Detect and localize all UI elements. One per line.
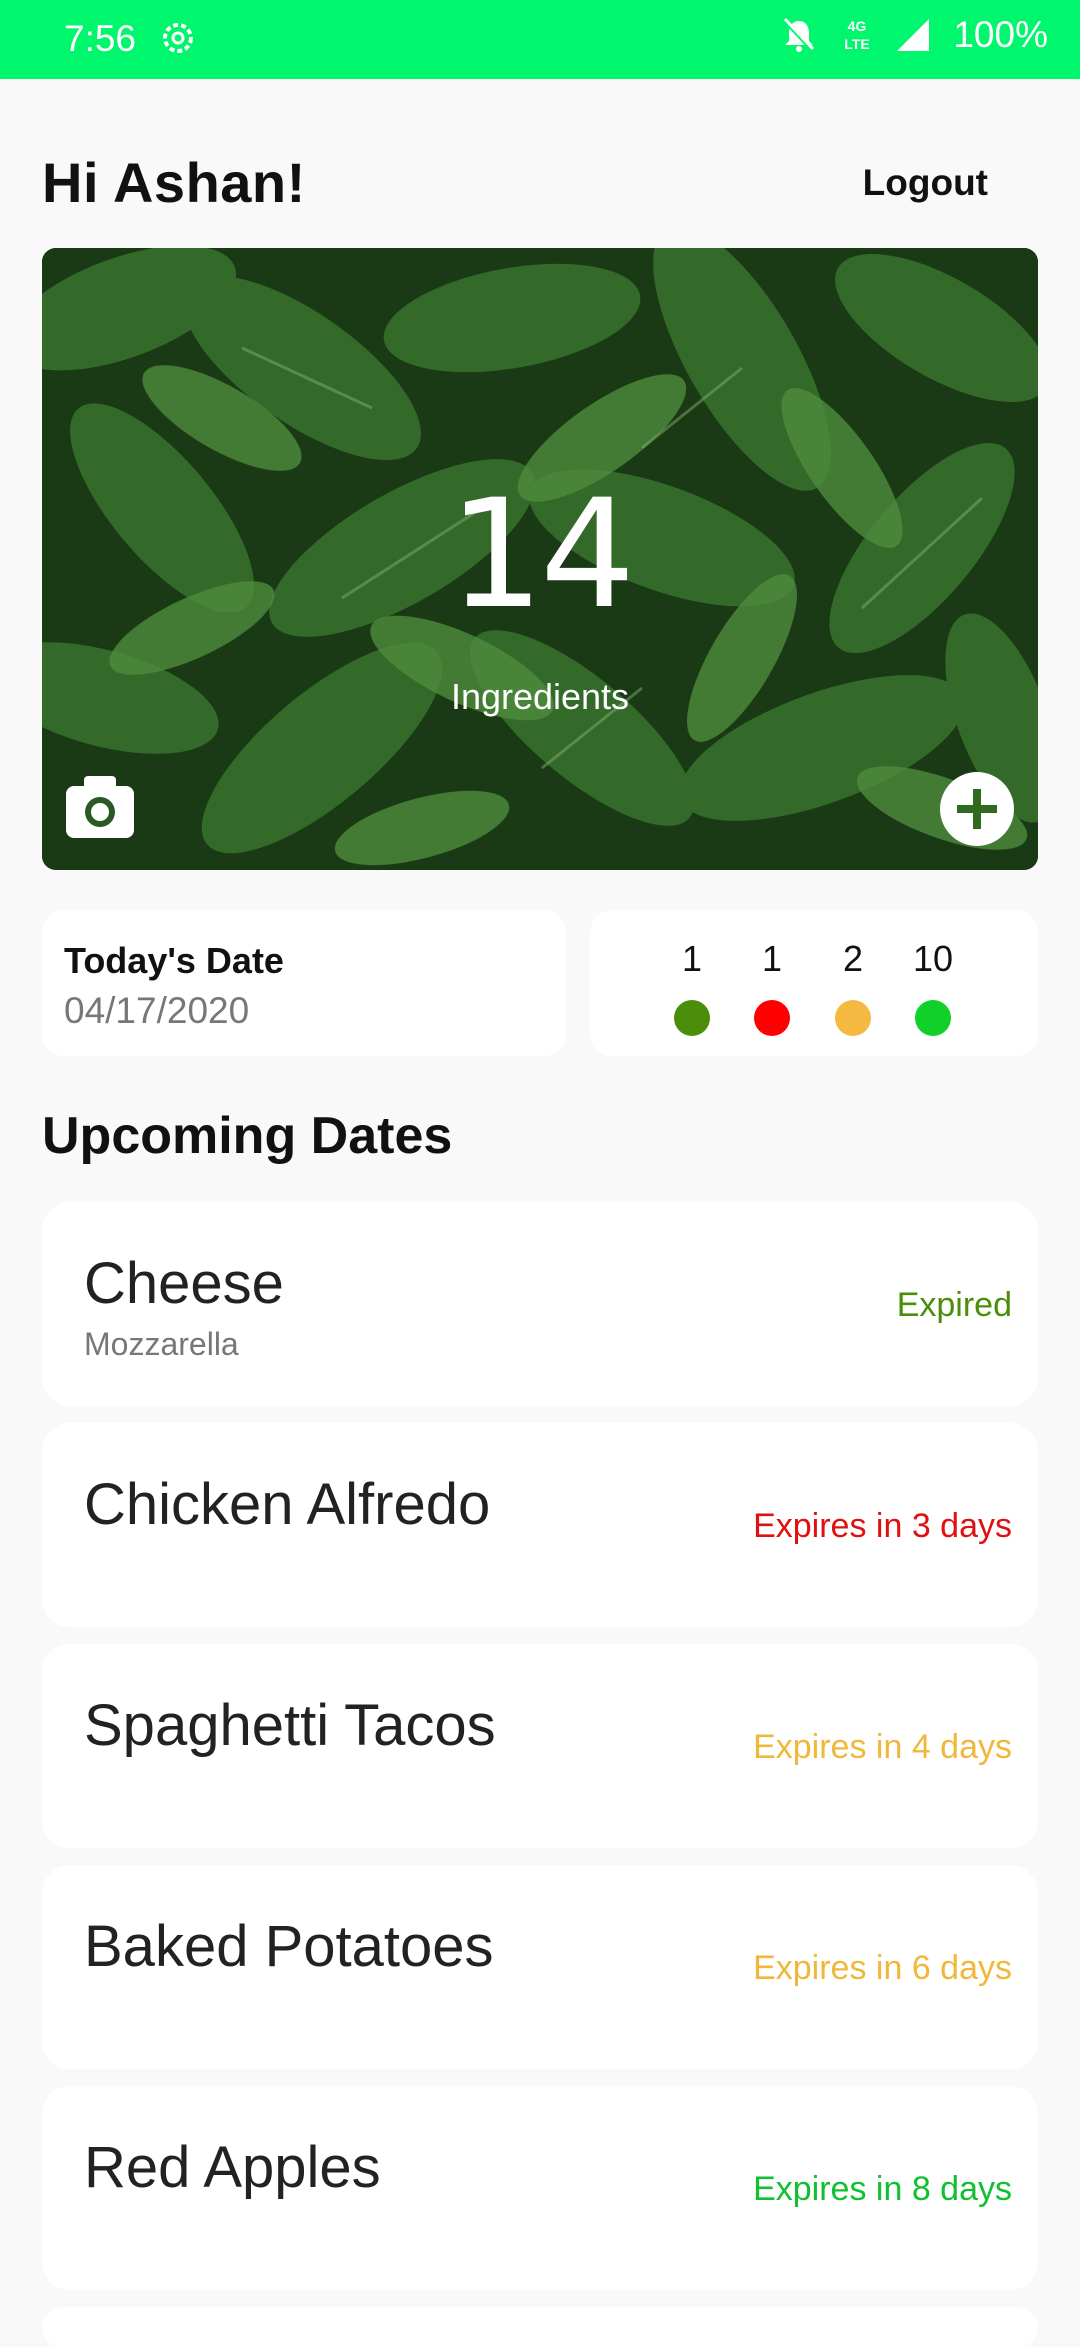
count-fresh: 10 <box>893 938 973 1036</box>
camera-icon[interactable] <box>64 774 136 840</box>
status-counts-card: 1 1 2 10 <box>590 910 1038 1056</box>
status-dot <box>674 1000 710 1036</box>
count-soon: 1 <box>732 938 812 1036</box>
count-expired: 1 <box>652 938 732 1036</box>
list-item[interactable]: Chicken Alfredo Expires in 3 days <box>42 1423 1038 1627</box>
item-name: Chicken Alfredo <box>84 1472 491 1537</box>
item-name: Cheese <box>84 1251 284 1316</box>
signal-icon <box>897 19 930 51</box>
bell-off-icon <box>783 17 815 53</box>
svg-text:4G: 4G <box>848 18 867 34</box>
ingredients-hero-card[interactable]: 14 Ingredients <box>42 248 1038 870</box>
list-item-partial[interactable] <box>42 2307 1038 2347</box>
item-status: Expires in 4 days <box>753 1728 1012 1766</box>
section-title: Upcoming Dates <box>42 1107 453 1165</box>
item-name: Baked Potatoes <box>84 1914 494 1979</box>
list-item[interactable]: Baked Potatoes Expires in 6 days <box>42 1865 1038 2069</box>
svg-text:LTE: LTE <box>845 36 870 52</box>
header: Hi Ashan! Logout <box>42 150 1038 220</box>
logout-button[interactable]: Logout <box>863 162 988 204</box>
status-bar: 7:56 4G LTE 100% <box>0 0 1080 79</box>
list-item[interactable]: Cheese Mozzarella Expired <box>42 1202 1038 1406</box>
status-right: 4G LTE 100% <box>779 14 1048 56</box>
item-subtitle: Mozzarella <box>84 1326 239 1362</box>
plus-icon <box>957 789 997 829</box>
add-ingredient-button[interactable] <box>940 772 1014 846</box>
todays-date-card: Today's Date 04/17/2020 <box>42 910 566 1056</box>
date-value: 04/17/2020 <box>64 990 250 1031</box>
list-item[interactable]: Red Apples Expires in 8 days <box>42 2086 1038 2290</box>
status-dot <box>754 1000 790 1036</box>
greeting: Hi Ashan! <box>42 151 306 214</box>
status-dot <box>915 1000 951 1036</box>
item-status: Expires in 8 days <box>753 2170 1012 2208</box>
count-upcoming: 2 <box>813 938 893 1036</box>
battery-level: 100% <box>953 14 1048 55</box>
item-status: Expired <box>896 1286 1012 1324</box>
ingredient-count: 14 <box>448 468 636 642</box>
date-title: Today's Date <box>64 940 284 981</box>
network-icon: 4G LTE <box>845 18 870 52</box>
item-name: Spaghetti Tacos <box>84 1693 496 1758</box>
count-value: 10 <box>912 938 954 979</box>
count-value: 2 <box>842 938 864 979</box>
status-time: 7:56 <box>64 18 137 59</box>
count-value: 1 <box>681 938 703 979</box>
item-status: Expires in 3 days <box>753 1507 1012 1545</box>
gear-icon <box>163 23 193 53</box>
ingredient-label: Ingredients <box>450 676 630 717</box>
item-status: Expires in 6 days <box>753 1949 1012 1987</box>
list-item[interactable]: Spaghetti Tacos Expires in 4 days <box>42 1644 1038 1848</box>
item-name: Red Apples <box>84 2135 381 2200</box>
status-dot <box>835 1000 871 1036</box>
count-value: 1 <box>761 938 783 979</box>
